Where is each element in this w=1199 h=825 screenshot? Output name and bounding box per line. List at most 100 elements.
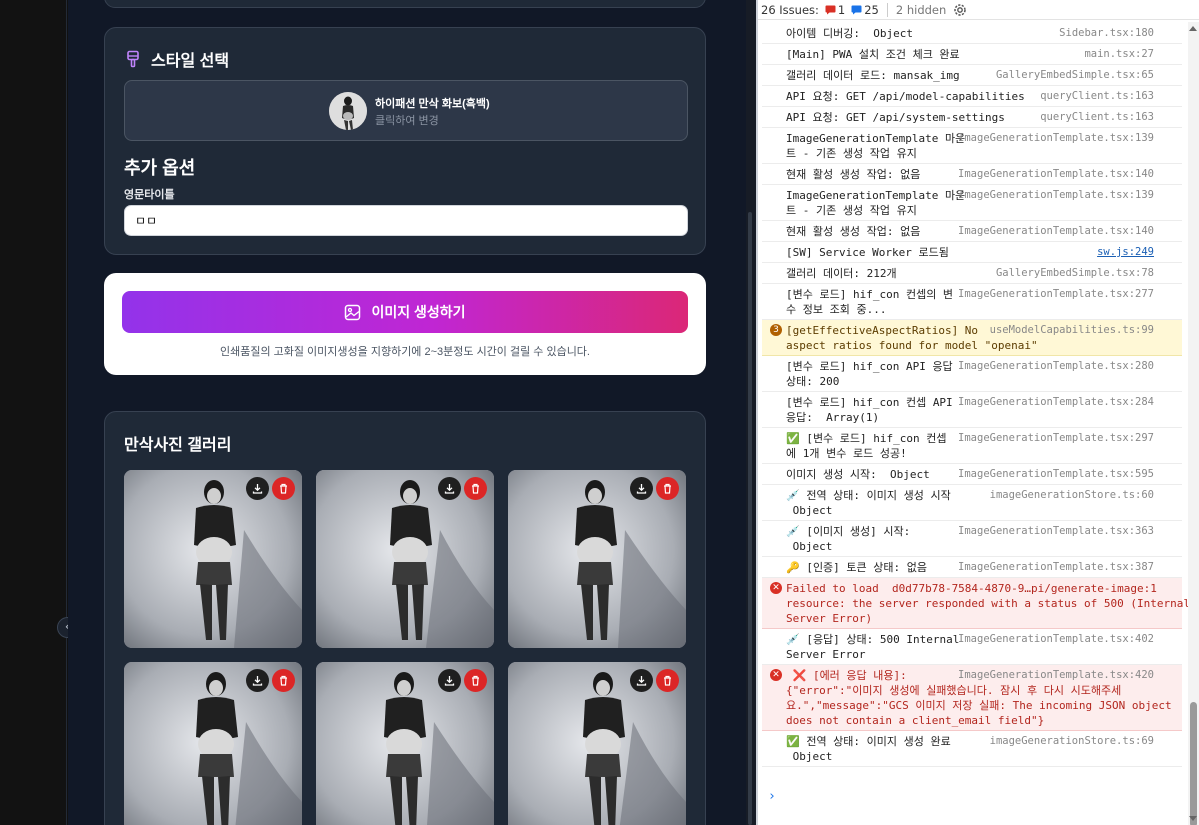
download-icon bbox=[252, 676, 263, 686]
console-source-link[interactable]: ImageGenerationTemplate.tsx:284 bbox=[958, 395, 1154, 410]
console-log-row[interactable]: 이미지 생성 시작: Object ImageGenerationTemplate… bbox=[762, 464, 1182, 485]
console-source-link[interactable]: useModelCapabilities.ts:99 bbox=[990, 323, 1154, 338]
trash-icon bbox=[664, 483, 671, 494]
console-message: ✅ 전역 상태: 이미지 생성 완료 Object bbox=[786, 735, 951, 763]
console-source-link[interactable]: imageGenerationStore.ts:69 bbox=[990, 734, 1154, 749]
trash-icon bbox=[664, 675, 671, 686]
gallery-photo[interactable] bbox=[124, 662, 302, 825]
hidden-count[interactable]: 2 hidden bbox=[896, 3, 946, 17]
console-source-link[interactable]: ImageGenerationTemplate.tsx:595 bbox=[958, 467, 1154, 482]
console-log-row[interactable]: 🔑 [인증] 토큰 상태: 없음 ImageGenerationTemplate.… bbox=[762, 557, 1182, 578]
gallery-photo[interactable] bbox=[316, 662, 494, 825]
download-button[interactable] bbox=[438, 477, 461, 500]
gear-icon[interactable] bbox=[952, 2, 968, 18]
console-log-row[interactable]: 💉 전역 상태: 이미지 생성 시작 Object imageGeneration… bbox=[762, 485, 1182, 521]
console-source-link[interactable]: ImageGenerationTemplate.tsx:387 bbox=[958, 560, 1154, 575]
gallery-photo[interactable] bbox=[316, 470, 494, 648]
download-button[interactable] bbox=[630, 669, 653, 692]
console-source-link[interactable]: sw.js:249 bbox=[1097, 245, 1154, 260]
trash-icon bbox=[280, 483, 287, 494]
console-source-link[interactable]: ImageGenerationTemplate.tsx:139 bbox=[958, 131, 1154, 146]
delete-button[interactable] bbox=[464, 477, 487, 500]
console-scrollbar[interactable] bbox=[1188, 22, 1199, 825]
console-source-link[interactable]: ImageGenerationTemplate.tsx:280 bbox=[958, 359, 1154, 374]
gallery-photo[interactable] bbox=[124, 470, 302, 648]
left-sidebar bbox=[0, 0, 67, 825]
console-log-row[interactable]: 현재 활성 생성 작업: 없음 ImageGenerationTemplate.t… bbox=[762, 221, 1182, 242]
console-message: 💉 [응답] 상태: 500 Internal Server Error bbox=[786, 633, 960, 661]
delete-button[interactable] bbox=[464, 669, 487, 692]
gallery-title: 만삭사진 갤러리 bbox=[124, 437, 232, 454]
console-source-link[interactable]: ImageGenerationTemplate.tsx:420 bbox=[958, 668, 1154, 683]
selected-style-name: 하이패션 만삭 화보(흑백) bbox=[375, 98, 490, 110]
download-button[interactable] bbox=[630, 477, 653, 500]
console-log-row[interactable]: [변수 로드] hif_con API 응답 상태: 200 ImageGener… bbox=[762, 356, 1182, 392]
console-log-row[interactable]: [SW] Service Worker 로드됨 sw.js:249 bbox=[762, 242, 1182, 263]
delete-button[interactable] bbox=[656, 477, 679, 500]
message-count: 25 bbox=[864, 2, 879, 17]
console-log-row[interactable]: API 요청: GET /api/model-capabilities query… bbox=[762, 86, 1182, 107]
console-error-row[interactable]: ✕ Failed to load d0d77b78-7584-4870-9…pi/… bbox=[762, 578, 1190, 629]
console-message: Failed to load d0d77b78-7584-4870-9…pi/g… bbox=[786, 582, 1190, 625]
console-log-row[interactable]: [Main] PWA 설치 조건 체크 완료 main.tsx:27 bbox=[762, 44, 1182, 65]
console-message: 현재 활성 생성 작업: 없음 bbox=[786, 168, 921, 181]
console-source-link[interactable]: ImageGenerationTemplate.tsx:363 bbox=[958, 524, 1154, 539]
console-source-link[interactable]: ImageGenerationTemplate.tsx:402 bbox=[958, 632, 1154, 647]
message-badge[interactable]: 25 bbox=[851, 3, 879, 17]
console-source-link[interactable]: GalleryEmbedSimple.tsx:65 bbox=[996, 68, 1154, 83]
issues-label[interactable]: 26 Issues: bbox=[761, 3, 819, 17]
style-selector[interactable]: 하이패션 만삭 화보(흑백) 클릭하여 변경 bbox=[124, 80, 688, 141]
console-message: 이미지 생성 시작: Object bbox=[786, 468, 930, 481]
console-message: 💉 [이미지 생성] 시작: Object bbox=[786, 525, 911, 553]
console-warning-row[interactable]: 3 [getEffectiveAspectRatios] No aspect ra… bbox=[762, 320, 1182, 356]
console-source-link[interactable]: imageGenerationStore.ts:60 bbox=[990, 488, 1154, 503]
error-badge[interactable]: 1 bbox=[825, 3, 845, 17]
scroll-down-arrow[interactable] bbox=[1189, 816, 1197, 821]
console-source-link[interactable]: ImageGenerationTemplate.tsx:277 bbox=[958, 287, 1154, 302]
console-prompt[interactable]: › bbox=[768, 789, 776, 804]
console-log-row[interactable]: [변수 로드] hif_con 컨셉의 변 수 정보 조회 중... ImageG… bbox=[762, 284, 1182, 320]
delete-button[interactable] bbox=[272, 669, 295, 692]
main-scrollbar-thumb[interactable] bbox=[748, 212, 752, 825]
console-log-row[interactable]: 현재 활성 생성 작업: 없음 ImageGenerationTemplate.t… bbox=[762, 164, 1182, 185]
download-button[interactable] bbox=[438, 669, 461, 692]
console-log-row[interactable]: ImageGenerationTemplate 마운 트 - 기존 생성 작업 … bbox=[762, 185, 1182, 221]
console-error-row[interactable]: ✕ ❌ [에러 응답 내용]: {"error":"이미지 생성에 실패했습니다… bbox=[762, 665, 1182, 731]
console-log-row[interactable]: ImageGenerationTemplate 마운 트 - 기존 생성 작업 … bbox=[762, 128, 1182, 164]
download-button[interactable] bbox=[246, 669, 269, 692]
repeat-count-badge: 3 bbox=[770, 324, 782, 336]
console-log-row[interactable]: API 요청: GET /api/system-settings queryCli… bbox=[762, 107, 1182, 128]
console-scrollbar-thumb[interactable] bbox=[1190, 702, 1197, 825]
english-title-input[interactable]: ㅁㅁ bbox=[124, 205, 688, 236]
main-content: 스타일 선택 하이패션 만삭 화보(흑백) 클릭하여 변경 추가 옵션 영문타이… bbox=[68, 0, 746, 825]
scroll-up-arrow[interactable] bbox=[1189, 26, 1197, 31]
console-log-row[interactable]: 💉 [응답] 상태: 500 Internal Server Error Imag… bbox=[762, 629, 1182, 665]
style-section-title: 스타일 선택 bbox=[151, 53, 230, 70]
console-message: ✅ [변수 로드] hif_con 컨셉 에 1개 변수 로드 성공! bbox=[786, 432, 947, 460]
console-log-row[interactable]: ✅ [변수 로드] hif_con 컨셉 에 1개 변수 로드 성공! Image… bbox=[762, 428, 1182, 464]
delete-button[interactable] bbox=[656, 669, 679, 692]
console-log-row[interactable]: 갤러리 데이터 로드: mansak_img GalleryEmbedSimple… bbox=[762, 65, 1182, 86]
gallery-photo[interactable] bbox=[508, 470, 686, 648]
download-button[interactable] bbox=[246, 477, 269, 500]
generate-card: 이미지 생성하기 인쇄품질의 고화질 이미지생성을 지향하기에 2~3분정도 시… bbox=[104, 273, 706, 375]
generate-image-button[interactable]: 이미지 생성하기 bbox=[122, 291, 688, 333]
gallery-photo[interactable] bbox=[508, 662, 686, 825]
palette-icon bbox=[127, 50, 139, 68]
console-source-link[interactable]: ImageGenerationTemplate.tsx:140 bbox=[958, 224, 1154, 239]
console-source-link[interactable]: queryClient.ts:163 bbox=[1040, 110, 1154, 125]
console-log-row[interactable]: [변수 로드] hif_con 컨셉 API 응답: Array(1) Image… bbox=[762, 392, 1182, 428]
console-source-link[interactable]: GalleryEmbedSimple.tsx:78 bbox=[996, 266, 1154, 281]
console-log-row[interactable]: 💉 [이미지 생성] 시작: Object ImageGenerationTemp… bbox=[762, 521, 1182, 557]
console-source-link[interactable]: queryClient.ts:163 bbox=[1040, 89, 1154, 104]
message-count-icon bbox=[851, 5, 862, 14]
console-source-link[interactable]: ImageGenerationTemplate.tsx:140 bbox=[958, 167, 1154, 182]
console-source-link[interactable]: main.tsx:27 bbox=[1084, 47, 1154, 62]
console-log-row[interactable]: 갤러리 데이터: 212개 GalleryEmbedSimple.tsx:78 bbox=[762, 263, 1182, 284]
delete-button[interactable] bbox=[272, 477, 295, 500]
console-log-row[interactable]: 아이템 디버깅: Object Sidebar.tsx:180 bbox=[762, 23, 1182, 44]
console-source-link[interactable]: ImageGenerationTemplate.tsx:297 bbox=[958, 431, 1154, 446]
console-log-row[interactable]: ✅ 전역 상태: 이미지 생성 완료 Object imageGeneration… bbox=[762, 731, 1182, 767]
console-source-link[interactable]: ImageGenerationTemplate.tsx:139 bbox=[958, 188, 1154, 203]
console-source-link[interactable]: Sidebar.tsx:180 bbox=[1059, 26, 1154, 41]
